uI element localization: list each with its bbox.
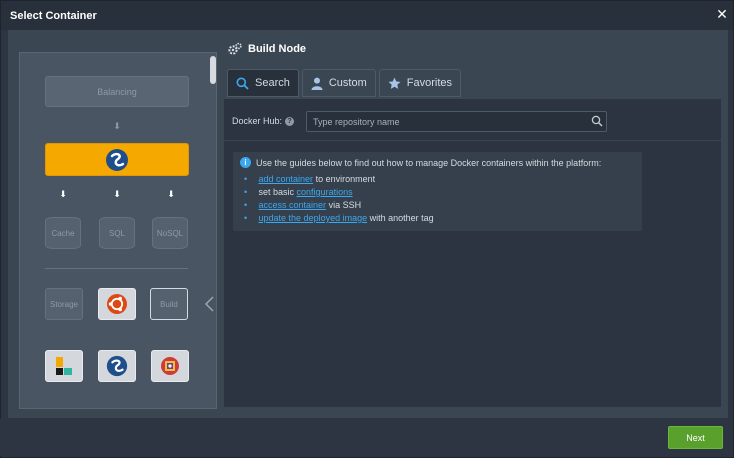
tab-custom-label: Custom [328,77,367,89]
stack-node-2[interactable] [98,350,136,382]
chevron-left-icon[interactable] [203,296,215,312]
list-item: update the deployed image with another t… [244,212,434,225]
node-header: Build Node [228,42,306,56]
app-server-logo-icon [106,148,128,171]
build-label: Build [160,299,178,309]
update-deployed-image-link[interactable]: update the deployed image [259,213,368,223]
ubuntu-node[interactable] [98,288,136,320]
stack-node-3[interactable] [151,350,189,382]
dialog-footer [0,419,732,456]
guide-suffix: to environment [313,174,376,184]
application-server-node[interactable] [45,143,189,176]
stack-logo-icon [161,357,179,375]
close-icon[interactable]: ✕ [715,7,729,21]
arrow-down-icon: ⬇ [113,189,121,199]
star-icon [388,77,401,89]
topology-scrollbar[interactable] [210,56,216,84]
node-title: Build Node [248,43,307,55]
ubuntu-logo-icon [107,294,127,314]
user-icon [311,77,323,90]
tab-favorites[interactable]: Favorites [378,69,462,97]
guide-list: add container to environment set basic c… [244,173,434,225]
arrow-down-icon: ⬇ [59,189,67,199]
balancing-label: Balancing [97,86,137,97]
info-icon: i [240,157,251,168]
configurations-link[interactable]: configurations [297,187,353,197]
next-button-label: Next [686,432,705,443]
storage-label: Storage [49,299,79,309]
stack-node-1[interactable] [45,350,83,382]
search-icon[interactable] [591,115,603,127]
nosql-label: NoSQL [156,228,184,238]
topology-divider [45,268,188,269]
dialog-titlebar: Select Container ✕ [1,1,733,30]
dialog-title: Select Container [10,10,97,22]
tabs: Search Custom Favorites [227,69,462,97]
info-intro: Use the guides below to find out how to … [256,158,602,168]
search-panel [224,99,721,407]
guide-suffix: via SSH [326,200,362,210]
guide-suffix: with another tag [367,213,434,223]
gears-icon [228,42,242,55]
stack-logo-icon [106,355,128,377]
next-button[interactable]: Next [668,426,723,449]
storage-node[interactable]: Storage [45,288,83,320]
access-container-link[interactable]: access container [259,200,327,210]
tab-custom[interactable]: Custom [301,69,376,97]
sql-label: SQL [108,228,125,238]
tab-search-label: Search [255,77,290,89]
list-item: set basic configurations [244,186,434,199]
arrow-down-icon: ⬇ [167,189,175,199]
build-node[interactable]: Build [150,288,188,320]
cache-label: Cache [51,228,75,238]
nosql-node[interactable]: NoSQL [152,217,188,249]
list-item: add container to environment [244,173,434,186]
search-icon [236,77,249,90]
add-container-link[interactable]: add container [259,174,314,184]
arrow-down-icon: ⬇ [113,121,121,131]
guide-prefix: set basic [258,187,297,197]
sql-node[interactable]: SQL [99,217,135,249]
list-item: access container via SSH [244,199,434,212]
balancing-node[interactable]: Balancing [45,76,189,107]
tab-favorites-label: Favorites [406,77,453,89]
repository-search-input[interactable] [306,111,607,132]
help-icon[interactable]: ? [285,116,295,126]
docker-hub-label: Docker Hub: ? [232,116,295,126]
docker-hub-label-text: Docker Hub: [232,116,283,126]
cache-node[interactable]: Cache [45,217,81,249]
stack-logo-icon [56,357,72,375]
tab-search[interactable]: Search [227,69,299,97]
